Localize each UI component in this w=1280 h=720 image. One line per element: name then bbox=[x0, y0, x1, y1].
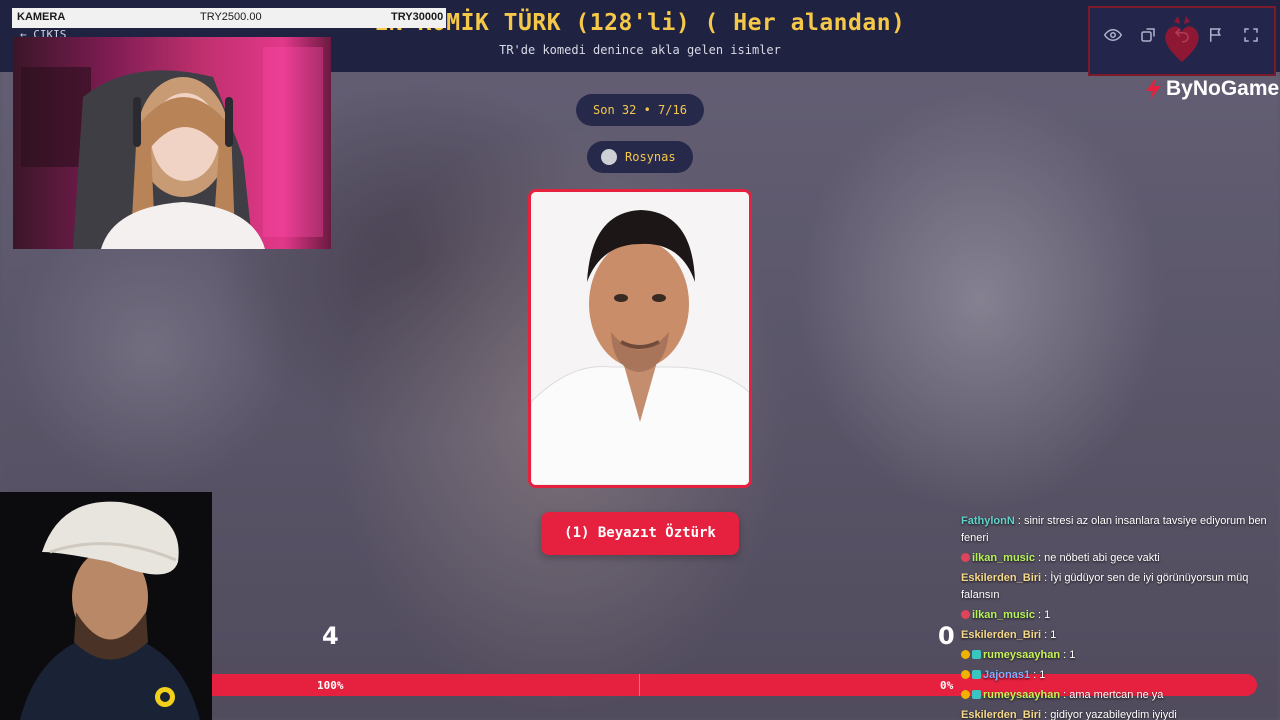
fullscreen-icon[interactable] bbox=[1238, 22, 1264, 48]
candidate-card[interactable] bbox=[528, 189, 752, 488]
chat-message: Eskilerden_Biri : gidiyor yazabileydim i… bbox=[958, 706, 1278, 720]
brand-name: ByNoGame bbox=[1166, 77, 1280, 100]
bynogame-logo-icon bbox=[1146, 78, 1161, 100]
left-score: 4 bbox=[322, 622, 339, 650]
donation-goal-amount: TRY30000 bbox=[391, 11, 444, 23]
donation-camera-label: KAMERA bbox=[17, 11, 66, 23]
right-vote-percent: 0% bbox=[940, 679, 954, 692]
creator-badge[interactable]: Rosynas bbox=[587, 141, 693, 173]
yellow-badge-icon bbox=[961, 670, 970, 679]
chat-message: rumeysaayhan : 1 bbox=[958, 646, 1278, 666]
chat-username[interactable]: Eskilerden_Biri bbox=[961, 709, 1041, 720]
teal-badge-icon bbox=[972, 670, 981, 679]
red-badge-icon bbox=[961, 610, 970, 619]
chat-message: ilkan_music : 1 bbox=[958, 606, 1278, 626]
chat-text: : ne nöbeti abi gece vakti bbox=[1034, 552, 1160, 564]
chat-message: ilkan_music : ne nöbeti abi gece vakti bbox=[958, 549, 1278, 569]
chat-text: : 1 bbox=[1030, 669, 1046, 681]
donation-goal-bar: KAMERA TRY2500.00 TRY30000 bbox=[12, 8, 446, 28]
chat-text: : 1 bbox=[1060, 649, 1076, 661]
chat-text: : 1 bbox=[1041, 629, 1057, 641]
chat-message: Eskilerden_Biri : İyi güdüyor sen de iyi… bbox=[958, 569, 1278, 606]
eye-icon[interactable] bbox=[1100, 22, 1126, 48]
creator-name: Rosynas bbox=[625, 150, 676, 164]
chat-username[interactable]: ilkan_music bbox=[972, 552, 1035, 564]
left-vote-percent: 100% bbox=[317, 679, 344, 692]
chat-message: Eskilerden_Biri : 1 bbox=[958, 626, 1278, 646]
vote-divider bbox=[639, 674, 640, 696]
right-score: 0 bbox=[938, 622, 955, 650]
chat-panel: FathylonN : sinir stresi az olan insanla… bbox=[958, 512, 1278, 720]
chat-message: Jajonas1 : 1 bbox=[958, 666, 1278, 686]
yellow-badge-icon bbox=[961, 650, 970, 659]
yellow-badge-icon bbox=[961, 690, 970, 699]
chat-username[interactable]: ilkan_music bbox=[972, 609, 1035, 621]
choice-button[interactable]: (1) Beyazıt Öztürk bbox=[541, 512, 739, 555]
brand-logo: ByNoGame bbox=[1142, 76, 1279, 102]
teal-badge-icon bbox=[972, 650, 981, 659]
chat-text: : 1 bbox=[1034, 609, 1051, 621]
chat-username[interactable]: Eskilerden_Biri bbox=[961, 629, 1041, 641]
share-icon[interactable] bbox=[1135, 22, 1161, 48]
chat-username[interactable]: Jajonas1 bbox=[983, 669, 1030, 681]
chat-text: : gidiyor yazabileydim iyiydi bbox=[1041, 709, 1177, 720]
chat-username[interactable]: rumeysaayhan bbox=[983, 689, 1060, 701]
heart-overlay-icon bbox=[1165, 16, 1199, 62]
chat-username[interactable]: Eskilerden_Biri bbox=[961, 572, 1041, 584]
chat-message: FathylonN : sinir stresi az olan insanla… bbox=[958, 512, 1278, 549]
page-subtitle: TR'de komedi denince akla gelen isimler bbox=[499, 43, 781, 57]
chat-username[interactable]: rumeysaayhan bbox=[983, 649, 1060, 661]
chat-username[interactable]: FathylonN bbox=[961, 515, 1015, 527]
flag-icon[interactable] bbox=[1203, 22, 1229, 48]
donation-current-amount: TRY2500.00 bbox=[200, 11, 262, 23]
guest-webcam bbox=[0, 492, 212, 720]
streamer-webcam bbox=[13, 37, 331, 249]
red-badge-icon bbox=[961, 553, 970, 562]
avatar bbox=[601, 149, 617, 165]
chat-message: rumeysaayhan : ama mertcan ne ya bbox=[958, 686, 1278, 706]
candidate-photo bbox=[531, 192, 749, 485]
teal-badge-icon bbox=[972, 690, 981, 699]
chat-text: : ama mertcan ne ya bbox=[1060, 689, 1164, 701]
round-indicator: Son 32 • 7/16 bbox=[576, 94, 704, 126]
